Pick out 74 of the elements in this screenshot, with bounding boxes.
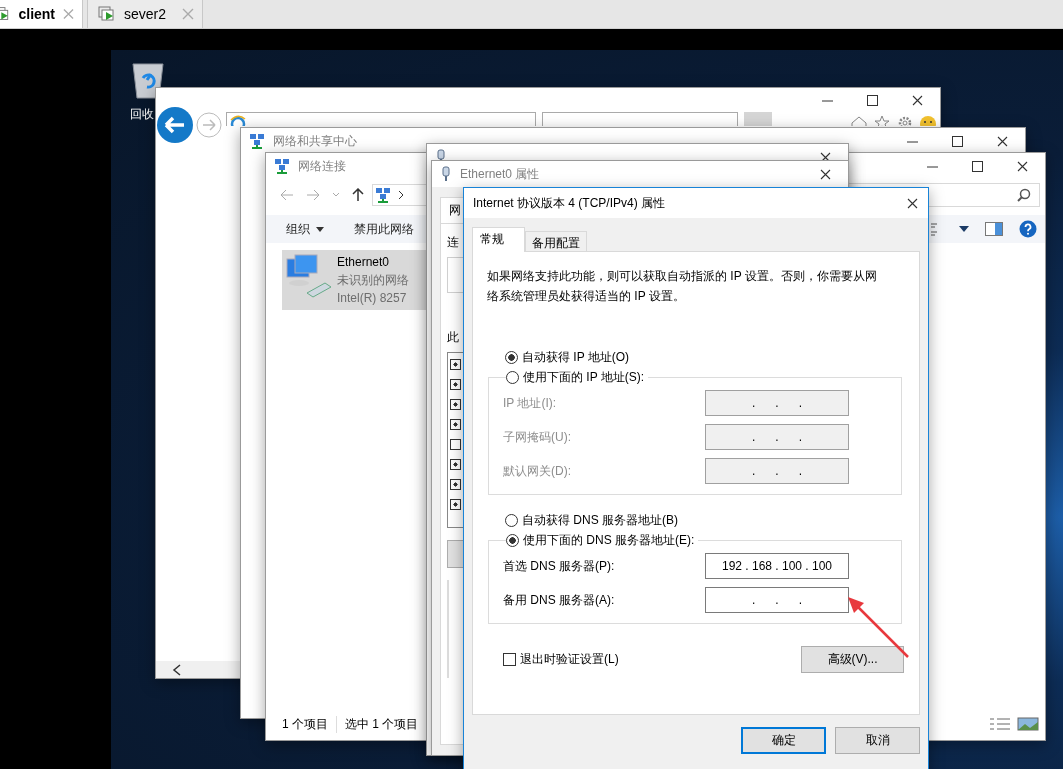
toolbar-button[interactable]: 组织	[286, 220, 324, 238]
preview-pane-icon[interactable]	[985, 222, 1003, 236]
back-icon[interactable]	[156, 106, 194, 144]
window-title: 网络和共享中心	[273, 132, 357, 150]
adapter-name: Intel(R) 8257	[337, 290, 408, 307]
window-title: Internet 协议版本 4 (TCP/IPv4) 属性	[473, 194, 666, 212]
network-icon	[249, 133, 265, 149]
caret-icon	[316, 226, 324, 232]
vm-tab[interactable]: sever2	[87, 0, 203, 28]
radio-button[interactable]	[505, 513, 518, 527]
search-icon	[1017, 188, 1031, 202]
ip-address-field: . . .	[705, 424, 849, 450]
radio-label[interactable]: 自动获得 IP 地址(O)	[522, 348, 630, 366]
checkbox[interactable]	[450, 439, 461, 450]
ip-address-field: . . .	[705, 390, 849, 416]
status-text: 1 个项目	[282, 715, 329, 733]
scroll-left-icon[interactable]	[172, 663, 182, 676]
icon-label[interactable]: 回收	[130, 106, 154, 123]
advanced-button[interactable]: 高级(V)...	[801, 646, 904, 673]
vm-icon	[98, 6, 116, 22]
connection-name: Ethernet0	[337, 254, 391, 271]
recycle-bin-icon[interactable]	[130, 60, 166, 100]
tab[interactable]: 常规	[472, 227, 525, 252]
tab[interactable]: 备用配置	[525, 231, 587, 251]
checkbox[interactable]	[450, 419, 461, 430]
checkbox[interactable]	[450, 499, 461, 510]
chevron-icon	[397, 190, 405, 200]
window-title: Ethernet0 属性	[460, 165, 540, 183]
close-icon[interactable]	[1017, 160, 1028, 172]
ip-address-field[interactable]: 192 . 168 . 100 . 100	[705, 553, 849, 579]
field-label: 连	[447, 234, 459, 251]
checkbox[interactable]	[450, 479, 461, 490]
close-icon[interactable]	[997, 135, 1008, 147]
help-icon[interactable]	[1019, 220, 1037, 238]
checkbox-label[interactable]: 退出时验证设置(L)	[520, 651, 619, 668]
network-plug-icon	[440, 166, 452, 182]
checkbox[interactable]	[450, 459, 461, 470]
toolbar-button[interactable]: 禁用此网络	[354, 220, 414, 238]
window-title: 网络连接	[298, 157, 346, 175]
radio-button[interactable]	[506, 371, 519, 384]
maximize-icon[interactable]	[952, 135, 963, 147]
radio-label[interactable]: 自动获得 DNS 服务器地址(B)	[522, 511, 678, 529]
field-label: 首选 DNS 服务器(P):	[503, 557, 615, 575]
field-label: 默认网关(D):	[503, 462, 571, 480]
radio-button[interactable]	[506, 534, 519, 547]
radio-label[interactable]: 使用下面的 IP 地址(S):	[523, 369, 645, 386]
close-icon[interactable]	[912, 94, 923, 106]
vm-tab[interactable]: client	[0, 0, 83, 28]
description-text: 如果网络支持此功能，则可以获取自动指派的 IP 设置。否则，你需要从网络系统管理员处获得适当的 IP 设置。	[487, 268, 878, 305]
connection-status: 未识别的网络	[337, 272, 409, 289]
close-icon[interactable]	[907, 197, 918, 209]
checkbox[interactable]	[450, 379, 461, 390]
caret-icon[interactable]	[959, 226, 969, 232]
radio-label[interactable]: 使用下面的 DNS 服务器地址(E):	[523, 532, 695, 549]
ip-address-field: . . .	[705, 458, 849, 484]
cancel-button[interactable]: 取消	[835, 727, 920, 754]
field-label: 备用 DNS 服务器(A):	[503, 591, 615, 609]
close-icon[interactable]	[820, 168, 831, 180]
list-label: 此	[447, 329, 459, 346]
maximize-icon[interactable]	[867, 94, 878, 106]
close-icon[interactable]	[820, 151, 831, 163]
ip-address-field[interactable]: . . .	[705, 587, 849, 613]
field-label: 子网掩码(U):	[503, 428, 571, 446]
checkbox[interactable]	[503, 653, 516, 666]
network-icon	[375, 187, 391, 203]
radio-button[interactable]	[505, 350, 518, 364]
ok-button[interactable]: 确定	[741, 727, 826, 754]
maximize-icon[interactable]	[972, 160, 983, 172]
checkbox[interactable]	[450, 399, 461, 410]
checkbox[interactable]	[450, 359, 461, 370]
up-icon[interactable]	[352, 188, 364, 202]
field-label: IP 地址(I):	[503, 394, 557, 412]
network-adapter-icon	[285, 253, 333, 299]
network-icon	[274, 158, 290, 174]
